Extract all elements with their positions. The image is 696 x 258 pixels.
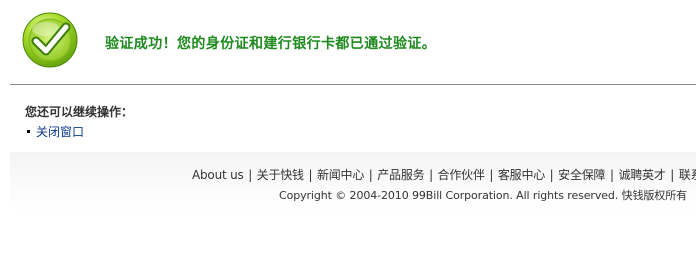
operations-title: 您还可以继续操作： [25, 105, 134, 119]
footer-link-about-us[interactable]: About us [192, 168, 244, 182]
footer-links: About us | 关于快钱 | 新闻中心 | 产品服务 | 合作伙伴 | 客… [192, 166, 696, 183]
footer-separator: | [609, 168, 614, 182]
footer-link-customer-service[interactable]: 客服中心 [498, 168, 545, 182]
footer-link-contact[interactable]: 联系我 [679, 168, 696, 182]
footer-link-careers[interactable]: 诚聘英才 [618, 168, 665, 182]
success-header: 验证成功！您的身份证和建行银行卡都已通过验证。 [0, 0, 696, 84]
footer-separator: | [429, 168, 433, 182]
check-icon [22, 12, 78, 68]
footer-link-about-99bill[interactable]: 关于快钱 [257, 168, 304, 182]
footer-link-news[interactable]: 新闻中心 [317, 168, 364, 182]
divider [10, 84, 696, 85]
footer-separator: | [308, 168, 313, 182]
footer-separator: | [248, 168, 253, 182]
footer-link-products[interactable]: 产品服务 [377, 168, 424, 182]
bullet-icon [27, 130, 30, 133]
operations-list: 关闭窗口 [27, 125, 84, 139]
footer-separator: | [670, 168, 675, 182]
footer-link-security[interactable]: 安全保障 [558, 168, 605, 182]
footer-separator: | [368, 168, 373, 182]
footer-link-partners[interactable]: 合作伙伴 [438, 168, 485, 182]
footer-separator: | [489, 168, 494, 182]
footer-separator: | [549, 168, 554, 182]
list-item: 关闭窗口 [27, 125, 84, 139]
success-message: 验证成功！您的身份证和建行银行卡都已通过验证。 [105, 36, 437, 52]
verification-result-page: 验证成功！您的身份证和建行银行卡都已通过验证。 您还可以继续操作： 关闭窗口 A… [0, 0, 696, 258]
close-window-link[interactable]: 关闭窗口 [36, 125, 84, 139]
copyright-text: Copyright © 2004-2010 99Bill Corporation… [279, 189, 688, 202]
footer: About us | 关于快钱 | 新闻中心 | 产品服务 | 合作伙伴 | 客… [10, 152, 696, 212]
